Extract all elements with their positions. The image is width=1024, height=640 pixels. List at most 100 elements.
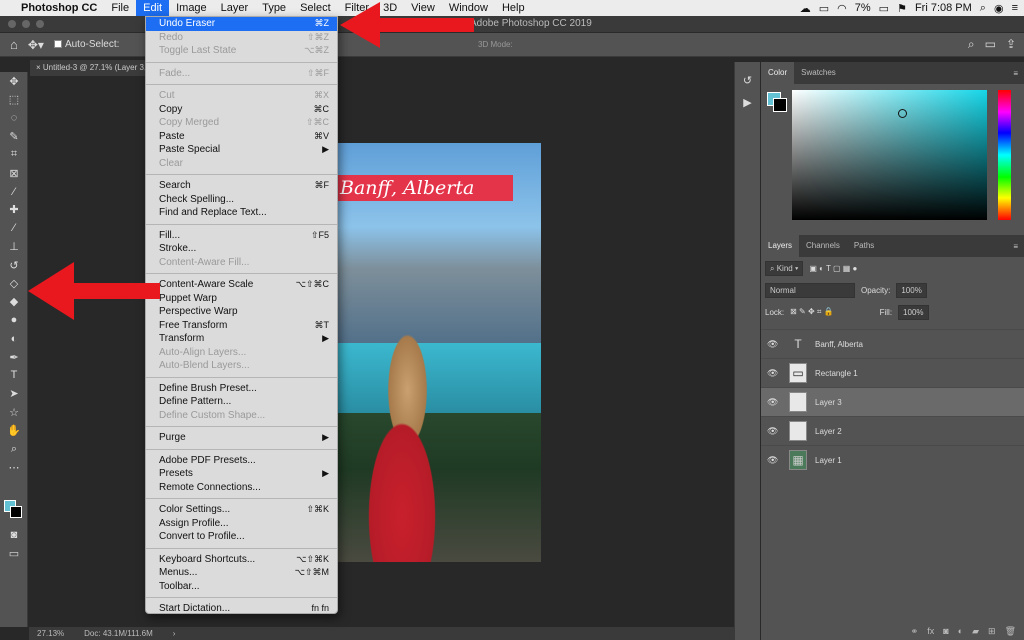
menu-item-puppet-warp[interactable]: Puppet Warp — [146, 292, 337, 306]
menu-item-copy-merged[interactable]: Copy Merged ⇧⌘C — [146, 116, 337, 130]
menu-item-convert-profile[interactable]: Convert to Profile... — [146, 530, 337, 544]
menu-item-transform[interactable]: Transform ▶ — [146, 332, 337, 346]
menu-layer[interactable]: Layer — [214, 0, 256, 16]
menu-item-find-replace[interactable]: Find and Replace Text... — [146, 206, 337, 220]
healing-brush-tool-icon[interactable]: ✚ — [0, 201, 28, 219]
menu-select[interactable]: Select — [293, 0, 338, 16]
menu-item-check-spelling[interactable]: Check Spelling... — [146, 193, 337, 207]
delete-layer-icon[interactable]: 🗑 — [1005, 626, 1016, 637]
eraser-tool-icon[interactable]: ◇ — [0, 274, 28, 292]
battery-icon[interactable]: ▭ — [879, 2, 889, 15]
menu-photoshop[interactable]: Photoshop CC — [14, 0, 104, 16]
menu-item-auto-align[interactable]: Auto-Align Layers... — [146, 346, 337, 360]
minimize-window-icon[interactable] — [22, 20, 30, 28]
brush-tool-icon[interactable]: ⁄ — [0, 219, 28, 237]
shape-tool-icon[interactable]: ☆ — [0, 403, 28, 421]
move-tool-icon[interactable]: ✥ — [0, 72, 28, 90]
menu-item-perspective-warp[interactable]: Perspective Warp — [146, 305, 337, 319]
opacity-field[interactable]: 100% — [896, 282, 927, 298]
quick-mask-icon[interactable]: ◙ — [0, 526, 28, 544]
visibility-eye-icon[interactable]: 👁 — [767, 397, 781, 408]
zoom-level[interactable]: 27.13% — [37, 629, 64, 638]
link-layers-icon[interactable]: ⚭ — [911, 626, 919, 637]
color-field[interactable] — [792, 90, 987, 220]
airplay-icon[interactable]: ▭ — [819, 2, 829, 15]
menu-item-paste[interactable]: Paste ⌘V — [146, 130, 337, 144]
siri-icon[interactable]: ◉ — [994, 2, 1004, 15]
visibility-eye-icon[interactable]: 👁 — [767, 368, 781, 379]
layer-name[interactable]: Layer 2 — [815, 427, 842, 436]
hue-slider[interactable] — [998, 90, 1011, 220]
status-arrow-icon[interactable]: › — [173, 629, 176, 638]
screen-mode-icon[interactable]: ▭ — [0, 544, 28, 562]
type-tool-icon[interactable]: T — [0, 366, 28, 384]
menu-item-toolbar[interactable]: Toolbar... — [146, 580, 337, 594]
path-selection-tool-icon[interactable]: ➤ — [0, 385, 28, 403]
tab-color[interactable]: Color — [761, 62, 795, 84]
menu-item-keyboard-shortcuts[interactable]: Keyboard Shortcuts... ⌥⇧⌘K — [146, 553, 337, 567]
share-icon[interactable]: ⇪ — [1006, 37, 1016, 52]
frame-tool-icon[interactable]: ⊠ — [0, 164, 28, 182]
menu-item-define-pattern[interactable]: Define Pattern... — [146, 395, 337, 409]
paint-bucket-tool-icon[interactable]: ◆ — [0, 293, 28, 311]
quick-select-tool-icon[interactable]: ✎ — [0, 127, 28, 145]
color-panel-background-swatch[interactable] — [773, 98, 787, 112]
menu-item-remote-connections[interactable]: Remote Connections... — [146, 481, 337, 495]
menu-image[interactable]: Image — [169, 0, 214, 16]
eyedropper-tool-icon[interactable]: ⁄ — [0, 182, 28, 200]
battery-percent[interactable]: 7% — [855, 2, 871, 14]
menu-item-stroke[interactable]: Stroke... — [146, 242, 337, 256]
menu-item-auto-blend[interactable]: Auto-Blend Layers... — [146, 359, 337, 373]
crop-tool-icon[interactable]: ⌗ — [0, 146, 28, 164]
hand-tool-icon[interactable]: ✋ — [0, 421, 28, 439]
tab-channels[interactable]: Channels — [799, 235, 847, 257]
menu-edit[interactable]: Edit — [136, 0, 170, 16]
fill-field[interactable]: 100% — [898, 304, 929, 320]
layer-name[interactable]: Layer 3 — [815, 398, 842, 407]
tab-swatches[interactable]: Swatches — [794, 62, 843, 84]
visibility-eye-icon[interactable]: 👁 — [767, 339, 781, 350]
marquee-tool-icon[interactable]: ⬚ — [0, 90, 28, 108]
dodge-tool-icon[interactable]: ◐ — [0, 329, 28, 347]
visibility-eye-icon[interactable]: 👁 — [767, 455, 781, 466]
menu-item-pdf-presets[interactable]: Adobe PDF Presets... — [146, 454, 337, 468]
menu-item-free-transform[interactable]: Free Transform ⌘T — [146, 319, 337, 333]
zoom-window-icon[interactable] — [36, 20, 44, 28]
visibility-eye-icon[interactable]: 👁 — [767, 426, 781, 437]
document-canvas[interactable]: Banff, Alberta — [338, 143, 541, 562]
lock-icons[interactable]: ⊠ ✎ ✥ ⌗ 🔒 — [790, 307, 833, 317]
menu-item-menus[interactable]: Menus... ⌥⇧⌘M — [146, 566, 337, 580]
lasso-tool-icon[interactable]: ◌ — [0, 109, 28, 127]
close-tab-icon[interactable]: × — [36, 63, 43, 72]
layer-row[interactable]: 👁 Layer 2 — [761, 416, 1024, 445]
clock[interactable]: Fri 7:08 PM — [915, 2, 972, 14]
layer-name[interactable]: Banff, Alberta — [815, 340, 863, 349]
creative-cloud-icon[interactable]: ☁ — [800, 2, 811, 15]
background-color-swatch[interactable] — [10, 506, 22, 518]
auto-select-checkbox[interactable]: Auto-Select: — [53, 39, 119, 50]
color-picker-handle[interactable] — [898, 109, 907, 118]
menu-item-cut[interactable]: Cut ⌘X — [146, 89, 337, 103]
more-tools-icon[interactable]: ⋯ — [0, 458, 28, 476]
menu-item-purge[interactable]: Purge ▶ — [146, 431, 337, 445]
menu-type[interactable]: Type — [255, 0, 293, 16]
apple-menu-icon[interactable] — [0, 0, 14, 16]
menu-item-define-brush[interactable]: Define Brush Preset... — [146, 382, 337, 396]
new-group-icon[interactable]: ▰ — [972, 626, 979, 637]
menu-item-content-aware-fill[interactable]: Content-Aware Fill... — [146, 256, 337, 270]
blend-mode-select[interactable]: Normal — [765, 282, 855, 298]
tab-paths[interactable]: Paths — [847, 235, 881, 257]
blur-tool-icon[interactable]: ● — [0, 311, 28, 329]
layer-row-selected[interactable]: 👁 Layer 3 — [761, 387, 1024, 416]
menu-item-copy[interactable]: Copy ⌘C — [146, 103, 337, 117]
menu-item-search[interactable]: Search ⌘F — [146, 179, 337, 193]
layers-menu-icon[interactable]: ≡ — [1013, 242, 1024, 251]
tab-layers[interactable]: Layers — [761, 235, 800, 257]
flag-icon[interactable]: ⚑ — [897, 2, 907, 15]
home-icon[interactable]: ⌂ — [10, 37, 18, 52]
add-mask-icon[interactable]: ◙ — [943, 626, 948, 636]
wifi-icon[interactable]: ◠ — [837, 2, 847, 15]
fx-icon[interactable]: fx — [927, 626, 934, 636]
pen-tool-icon[interactable]: ✒ — [0, 348, 28, 366]
layer-row[interactable]: 👁 T Banff, Alberta — [761, 329, 1024, 358]
